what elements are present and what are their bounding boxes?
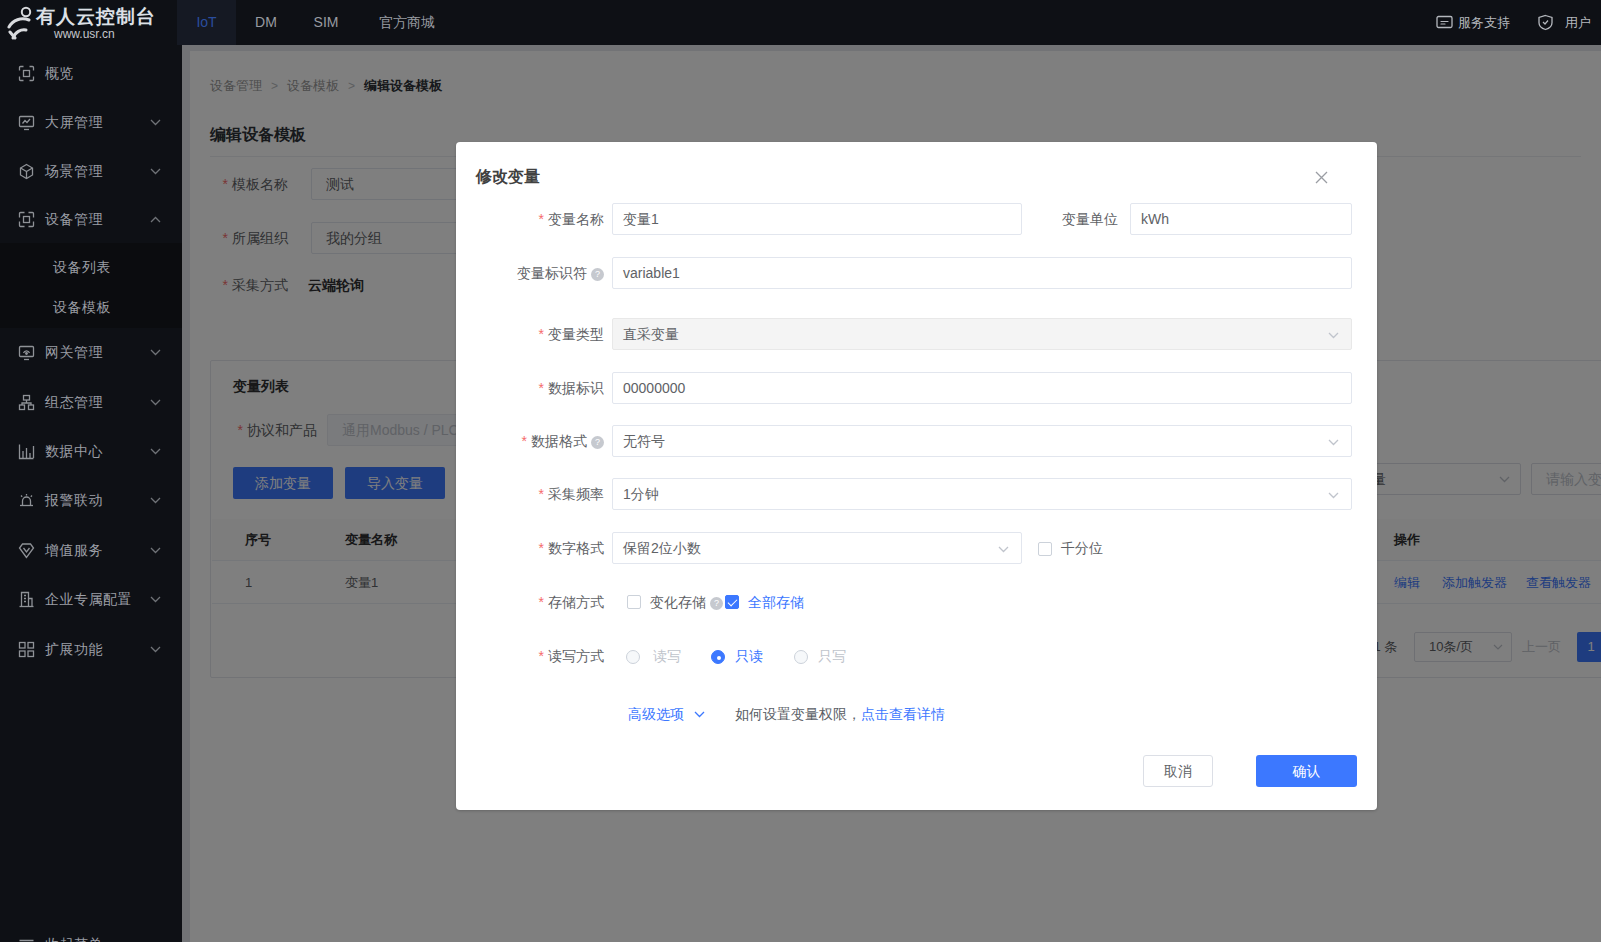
data-format-select[interactable]: 无符号 (612, 425, 1352, 457)
var-identifier-label: 变量标识符? (456, 257, 604, 290)
chat-icon (1436, 14, 1453, 31)
device-submenu: 设备列表 设备模板 (0, 243, 182, 328)
var-unit-label: 变量单位 (956, 203, 1118, 236)
sidebar-item-device-list[interactable]: 设备列表 (0, 247, 182, 287)
data-format-label: *数据格式? (456, 425, 604, 458)
gateway-icon (18, 344, 35, 361)
advanced-options-link[interactable]: 高级选项 (628, 698, 705, 731)
support-link[interactable]: 服务支持 (1458, 0, 1510, 45)
help-icon[interactable]: ? (710, 597, 723, 610)
tab-sim[interactable]: SIM (296, 0, 356, 45)
chevron-down-icon (1328, 492, 1339, 499)
view-details-link[interactable]: 点击查看详情 (861, 706, 945, 722)
storage-label: *存储方式 (456, 586, 604, 619)
chevron-down-icon (1328, 332, 1339, 339)
sidebar-item-enterprise[interactable]: 企业专属配置 (0, 575, 182, 624)
storage-change-label: 变化存储? (650, 586, 723, 619)
sidebar-item-scene[interactable]: 场景管理 (0, 147, 182, 196)
sidebar-item-alarm[interactable]: 报警联动 (0, 476, 182, 525)
thousands-checkbox[interactable] (1038, 542, 1052, 556)
chevron-down-icon (150, 168, 161, 175)
usr-logo-icon[interactable] (7, 5, 34, 44)
rw-readonly-radio[interactable] (711, 650, 725, 664)
cancel-button[interactable]: 取消 (1143, 755, 1213, 787)
chevron-down-icon (150, 497, 161, 504)
alarm-icon (18, 492, 35, 509)
user-shield-icon (1537, 14, 1554, 31)
device-icon (18, 211, 35, 228)
tab-mall[interactable]: 官方商城 (356, 0, 458, 45)
overview-icon (18, 65, 35, 82)
chevron-up-icon (150, 216, 161, 223)
sidebar-item-gateway[interactable]: 网关管理 (0, 328, 182, 377)
permission-hint: 如何设置变量权限，点击查看详情 (735, 698, 945, 731)
data-id-label: *数据标识 (456, 372, 604, 405)
sidebar-item-extend[interactable]: 扩展功能 (0, 625, 182, 674)
datacenter-icon (18, 443, 35, 460)
extend-icon (18, 641, 35, 658)
modal-title: 修改变量 (476, 167, 540, 188)
sidebar-item-scada[interactable]: 组态管理 (0, 378, 182, 427)
rw-readwrite-radio[interactable] (626, 650, 640, 664)
tab-iot[interactable]: IoT (177, 0, 236, 45)
rw-writeonly-label: 只写 (818, 640, 846, 673)
rw-writeonly-radio[interactable] (794, 650, 808, 664)
collapse-menu-icon[interactable] (18, 937, 35, 942)
var-type-select[interactable]: 直采变量 (612, 318, 1352, 350)
chevron-down-icon (150, 448, 161, 455)
chevron-down-icon (150, 596, 161, 603)
chevron-down-icon (150, 399, 161, 406)
rw-readwrite-label: 读写 (653, 640, 681, 673)
brand-subtitle: www.usr.cn (54, 27, 115, 41)
sidebar-item-datacenter[interactable]: 数据中心 (0, 427, 182, 476)
number-format-label: *数字格式 (456, 532, 604, 565)
rw-label: *读写方式 (456, 640, 604, 673)
sidebar-item-vas[interactable]: 增值服务 (0, 526, 182, 575)
topbar: 有人云控制台 www.usr.cn IoT DM SIM 官方商城 服务支持 用… (0, 0, 1601, 45)
sidebar-item-device-template[interactable]: 设备模板 (0, 287, 182, 327)
frequency-label: *采集频率 (456, 478, 604, 511)
var-identifier-input[interactable]: variable1 (612, 257, 1352, 289)
sidebar-item-bigscreen[interactable]: 大屏管理 (0, 98, 182, 147)
frequency-select[interactable]: 1分钟 (612, 478, 1352, 510)
thousands-label: 千分位 (1061, 532, 1103, 565)
chevron-down-icon (150, 119, 161, 126)
storage-all-checkbox[interactable] (725, 595, 739, 609)
var-unit-input[interactable]: kWh (1130, 203, 1352, 235)
enterprise-icon (18, 591, 35, 608)
chevron-down-icon (1328, 439, 1339, 446)
topbar-tabs: IoT DM SIM 官方商城 (177, 0, 458, 45)
data-id-input[interactable]: 00000000 (612, 372, 1352, 404)
confirm-button[interactable]: 确认 (1256, 755, 1357, 787)
edit-variable-modal: 修改变量 *变量名称 变量1 变量单位 kWh 变量标识符? variable1… (456, 142, 1377, 810)
scene-icon (18, 163, 35, 180)
sidebar-item-device[interactable]: 设备管理 (0, 195, 182, 244)
chevron-down-icon (998, 546, 1009, 553)
chevron-down-icon (150, 349, 161, 356)
number-format-select[interactable]: 保留2位小数 (612, 532, 1022, 564)
scada-icon (18, 394, 35, 411)
var-name-label: *变量名称 (456, 203, 604, 236)
help-icon[interactable]: ? (591, 436, 604, 449)
chevron-down-icon (150, 646, 161, 653)
close-icon[interactable] (1315, 168, 1328, 187)
vas-icon (18, 542, 35, 559)
collapse-menu-label[interactable]: 收起菜单 (45, 936, 103, 942)
sidebar: 概览 大屏管理 场景管理 (0, 45, 182, 942)
tab-dm[interactable]: DM (236, 0, 296, 45)
chevron-down-icon (150, 547, 161, 554)
storage-all-label: 全部存储 (748, 586, 804, 619)
help-icon[interactable]: ? (591, 268, 604, 281)
storage-change-checkbox[interactable] (627, 595, 641, 609)
rw-readonly-label: 只读 (735, 640, 763, 673)
user-link[interactable]: 用户 (1565, 0, 1591, 45)
var-type-label: *变量类型 (456, 318, 604, 351)
bigscreen-icon (18, 114, 35, 131)
sidebar-item-overview[interactable]: 概览 (0, 49, 182, 98)
